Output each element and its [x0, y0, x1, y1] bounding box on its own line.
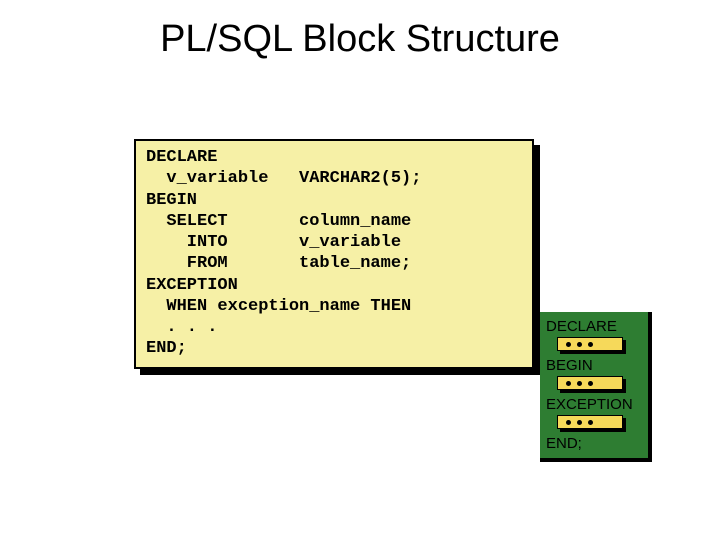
code-box: DECLARE v_variable VARCHAR2(5); BEGIN SE… [134, 139, 534, 369]
legend-exception-dots [546, 415, 642, 431]
code-line-declare: DECLARE [146, 147, 522, 168]
legend-begin-dots [546, 376, 642, 392]
code-line-select: SELECT column_name [146, 211, 522, 232]
legend-begin-label: BEGIN [546, 357, 642, 374]
code-line-ellipsis: . . . [146, 317, 522, 338]
code-line-exception: EXCEPTION [146, 275, 522, 296]
code-line-end: END; [146, 338, 522, 359]
page-title: PL/SQL Block Structure [0, 0, 720, 61]
legend-declare-dots [546, 337, 642, 353]
legend-end-label: END; [546, 435, 642, 452]
code-line-into: INTO v_variable [146, 232, 522, 253]
legend-panel: DECLARE BEGIN EXCEPTION END; [540, 312, 652, 462]
legend-exception-label: EXCEPTION [546, 396, 642, 413]
code-line-begin: BEGIN [146, 190, 522, 211]
code-line-from: FROM table_name; [146, 253, 522, 274]
code-line-variable: v_variable VARCHAR2(5); [146, 168, 522, 189]
legend-declare-label: DECLARE [546, 318, 642, 335]
code-line-when: WHEN exception_name THEN [146, 296, 522, 317]
